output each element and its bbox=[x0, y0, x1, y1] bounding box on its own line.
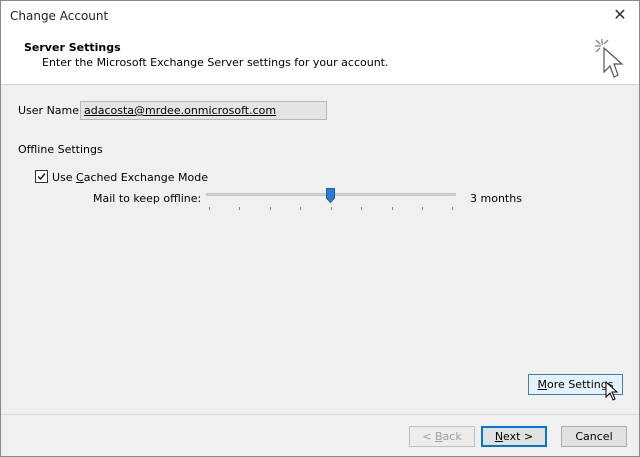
cached-mode-label[interactable]: Use Cached Exchange Mode bbox=[52, 171, 208, 184]
next-accel: N bbox=[494, 430, 504, 443]
cached-mode-label-pre: Use bbox=[52, 171, 77, 184]
more-settings-rest: ore Settings bbox=[547, 378, 614, 391]
cancel-button[interactable]: Cancel bbox=[561, 426, 627, 447]
user-name-value: adacosta@mrdee.onmicrosoft.com bbox=[84, 104, 277, 117]
slider-tick bbox=[331, 207, 332, 210]
slider-tick bbox=[239, 207, 240, 210]
slider-tick bbox=[361, 207, 362, 210]
window-title: Change Account bbox=[10, 9, 109, 23]
slider-tick bbox=[270, 207, 271, 210]
footer-divider bbox=[1, 414, 639, 415]
checkmark-icon bbox=[37, 173, 46, 181]
cursor-click-icon bbox=[595, 39, 624, 78]
slider-tick bbox=[209, 207, 210, 210]
close-icon[interactable]: ✕ bbox=[611, 6, 629, 24]
next-rest: ext > bbox=[503, 430, 534, 443]
mouse-pointer-icon bbox=[605, 381, 619, 401]
cached-mode-label-post: ached Exchange Mode bbox=[83, 171, 208, 184]
next-button[interactable]: Next > bbox=[481, 426, 547, 447]
header-title: Server Settings bbox=[24, 41, 121, 54]
header-subtitle: Enter the Microsoft Exchange Server sett… bbox=[42, 56, 389, 69]
user-name-field[interactable]: adacosta@mrdee.onmicrosoft.com bbox=[80, 101, 327, 120]
user-name-label: User Name: bbox=[18, 104, 83, 117]
slider-tick bbox=[452, 207, 453, 210]
back-button[interactable]: < Back bbox=[409, 426, 475, 447]
cached-mode-checkbox[interactable] bbox=[35, 170, 48, 183]
more-settings-accel: M bbox=[537, 378, 548, 391]
mail-offline-value: 3 months bbox=[470, 192, 522, 205]
offline-settings-label: Offline Settings bbox=[18, 143, 103, 156]
header-panel: Server Settings Enter the Microsoft Exch… bbox=[1, 31, 639, 85]
cached-mode-label-accel: C bbox=[76, 171, 84, 184]
mail-offline-label: Mail to keep offline: bbox=[93, 192, 202, 205]
slider-tick bbox=[422, 207, 423, 210]
back-rest: ack bbox=[442, 430, 462, 443]
back-pre: < bbox=[422, 430, 435, 443]
back-accel: B bbox=[435, 430, 443, 443]
mail-offline-slider-thumb[interactable] bbox=[326, 188, 335, 203]
slider-tick bbox=[392, 207, 393, 210]
slider-tick bbox=[300, 207, 301, 210]
title-bar: Change Account ✕ bbox=[1, 1, 639, 31]
change-account-dialog: Change Account ✕ Server Settings Enter t… bbox=[0, 0, 640, 457]
